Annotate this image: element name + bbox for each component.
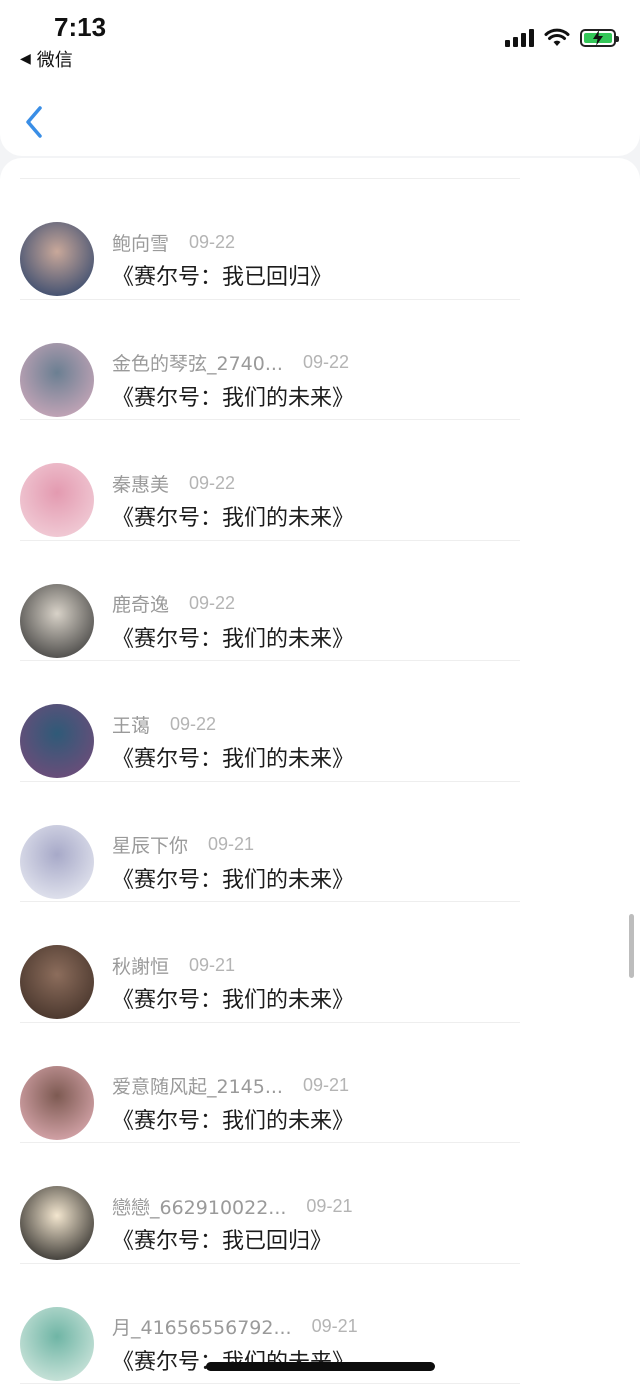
battery-charging-icon bbox=[580, 29, 619, 47]
list-item[interactable]: 鹿奇逸 09-22 《赛尔号：我们的未来》 bbox=[0, 541, 640, 661]
avatar[interactable] bbox=[20, 222, 94, 296]
article-title[interactable]: 《赛尔号：我们的未来》 bbox=[112, 1103, 354, 1135]
article-title[interactable]: 《赛尔号：我们的未来》 bbox=[112, 621, 354, 653]
status-icons bbox=[505, 28, 619, 48]
share-date: 09-22 bbox=[189, 593, 236, 613]
wifi-icon bbox=[544, 28, 570, 46]
avatar[interactable] bbox=[20, 1065, 94, 1140]
share-date: 09-22 bbox=[170, 713, 217, 734]
chevron-left-icon[interactable] bbox=[22, 104, 46, 140]
back-to-app-link[interactable]: ◀ 微信 bbox=[20, 48, 73, 71]
list-item[interactable]: 戀戀_662910022... 09-21 《赛尔号：我已回归》 bbox=[0, 1143, 640, 1263]
share-date: 09-21 bbox=[306, 1195, 353, 1216]
avatar[interactable] bbox=[20, 945, 94, 1019]
list-item[interactable]: 金色的琴弦_2740... 09-22 《赛尔号：我们的未来》 bbox=[0, 300, 640, 420]
item-meta: 秦惠美 09-22 bbox=[112, 471, 236, 496]
avatar[interactable] bbox=[20, 342, 94, 417]
article-title[interactable]: 《赛尔号：我们的未来》 bbox=[112, 982, 354, 1014]
list-item[interactable]: 星辰下你 09-21 《赛尔号：我们的未来》 bbox=[0, 782, 640, 902]
article-title[interactable]: 《赛尔号：我们的未来》 bbox=[112, 741, 354, 773]
user-name: 月_41656556792... bbox=[112, 1317, 292, 1339]
item-meta: 爱意随风起_2145... 09-21 bbox=[112, 1074, 349, 1098]
list-item[interactable]: 王蔼 09-22 《赛尔号：我们的未来》 bbox=[0, 661, 640, 781]
user-name: 爱意随风起_2145... bbox=[112, 1076, 283, 1098]
share-date: 09-22 bbox=[189, 231, 236, 252]
divider bbox=[20, 1383, 520, 1384]
user-name: 秦惠美 bbox=[112, 473, 170, 496]
avatar[interactable] bbox=[20, 1186, 94, 1260]
article-title[interactable]: 《赛尔号：我们的未来》 bbox=[112, 500, 354, 532]
item-meta: 王蔼 09-22 bbox=[112, 712, 217, 737]
item-meta: 鲍向雪 09-22 bbox=[112, 230, 236, 255]
avatar[interactable] bbox=[20, 824, 94, 899]
article-title[interactable]: 《赛尔号：我们的未来》 bbox=[112, 380, 354, 412]
item-meta: 金色的琴弦_2740... 09-22 bbox=[112, 351, 349, 375]
share-date: 09-21 bbox=[302, 1075, 350, 1095]
back-app-label: 微信 bbox=[36, 50, 73, 71]
article-title[interactable]: 《赛尔号：我已回归》 bbox=[112, 259, 332, 291]
header: 7:13 ◀ 微信 bbox=[0, 0, 640, 156]
article-title[interactable]: 《赛尔号：我们的未来》 bbox=[112, 862, 354, 894]
article-title[interactable]: 《赛尔号：我已回归》 bbox=[112, 1223, 332, 1255]
user-name: 秋謝恒 bbox=[112, 955, 170, 978]
share-date: 09-21 bbox=[311, 1316, 358, 1336]
list-item[interactable]: 爱意随风起_2145... 09-21 《赛尔号：我们的未来》 bbox=[0, 1023, 640, 1143]
item-meta: 月_41656556792... 09-21 bbox=[112, 1315, 358, 1339]
list-item[interactable]: 秋謝恒 09-21 《赛尔号：我们的未来》 bbox=[0, 902, 640, 1022]
user-name: 戀戀_662910022... bbox=[112, 1196, 287, 1219]
scrollbar[interactable] bbox=[629, 914, 634, 978]
share-date: 09-22 bbox=[189, 472, 236, 493]
avatar[interactable] bbox=[20, 704, 94, 778]
share-date: 09-21 bbox=[189, 954, 236, 975]
list-item[interactable]: 鲍向雪 09-22 《赛尔号：我已回归》 bbox=[0, 179, 640, 299]
share-list[interactable]: 鲍向雪 09-22 《赛尔号：我已回归》 金色的琴弦_2740... 09-22 《赛尔号… bbox=[0, 158, 640, 1386]
user-name: 鲍向雪 bbox=[112, 232, 170, 255]
home-indicator[interactable] bbox=[206, 1362, 435, 1371]
avatar[interactable] bbox=[20, 463, 94, 537]
cellular-signal-icon bbox=[505, 29, 534, 47]
item-meta: 戀戀_662910022... 09-21 bbox=[112, 1194, 353, 1219]
user-name: 鹿奇逸 bbox=[112, 594, 170, 616]
avatar[interactable] bbox=[20, 583, 94, 658]
back-triangle-icon: ◀ bbox=[20, 51, 31, 67]
item-meta: 鹿奇逸 09-22 bbox=[112, 592, 235, 616]
status-time: 7:13 bbox=[54, 12, 107, 42]
item-meta: 星辰下你 09-21 bbox=[112, 833, 254, 857]
share-date: 09-22 bbox=[302, 352, 350, 372]
user-name: 金色的琴弦_2740... bbox=[112, 353, 283, 375]
user-name: 王蔼 bbox=[112, 714, 151, 737]
list-item[interactable]: 秦惠美 09-22 《赛尔号：我们的未来》 bbox=[0, 420, 640, 540]
share-date: 09-21 bbox=[208, 834, 255, 854]
avatar[interactable] bbox=[20, 1306, 94, 1381]
item-meta: 秋謝恒 09-21 bbox=[112, 953, 236, 978]
screen: 7:13 ◀ 微信 鲍向雪 09-22 《赛尔号：我已回归》 金色的琴弦_274… bbox=[0, 0, 640, 1386]
user-name: 星辰下你 bbox=[112, 835, 189, 857]
